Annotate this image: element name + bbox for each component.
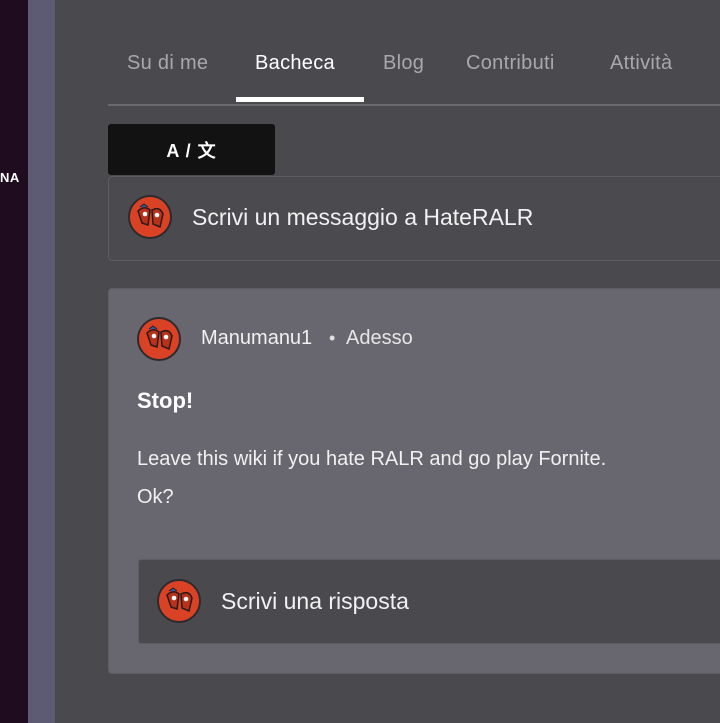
tab-contributions[interactable]: Contributi bbox=[466, 52, 555, 75]
post-body-line: Ok? bbox=[137, 486, 174, 508]
avatar-character-icon bbox=[139, 319, 179, 359]
tab-about[interactable]: Su di me bbox=[127, 52, 208, 75]
profile-tabs: Su di me Bacheca Blog Contributi Attivit… bbox=[108, 38, 720, 106]
post-author-avatar[interactable] bbox=[137, 317, 181, 361]
avatar-character-icon bbox=[130, 197, 170, 237]
reply-avatar bbox=[157, 579, 201, 623]
avatar bbox=[128, 195, 172, 239]
compose-placeholder[interactable]: Scrivi un messaggio a HateRALR bbox=[192, 204, 533, 231]
active-tab-indicator bbox=[236, 97, 364, 102]
left-rail: NA bbox=[0, 0, 28, 723]
post-author[interactable]: Manumanu1 bbox=[201, 327, 312, 350]
reply-placeholder[interactable]: Scrivi una risposta bbox=[221, 588, 409, 615]
rail-stripe bbox=[28, 0, 55, 723]
post-title: Stop! bbox=[137, 388, 194, 413]
tab-activity[interactable]: Attività bbox=[610, 52, 672, 75]
post-separator: • bbox=[329, 328, 336, 348]
post-timestamp[interactable]: Adesso bbox=[346, 327, 413, 350]
post-body-line: Leave this wiki if you hate RALR and go … bbox=[137, 448, 607, 470]
left-rail-text: NA bbox=[0, 170, 20, 185]
tab-wall[interactable]: Bacheca bbox=[255, 52, 335, 75]
tab-blog[interactable]: Blog bbox=[383, 52, 424, 75]
avatar-character-icon bbox=[159, 581, 199, 621]
translate-button[interactable]: A / 文 bbox=[108, 124, 275, 175]
